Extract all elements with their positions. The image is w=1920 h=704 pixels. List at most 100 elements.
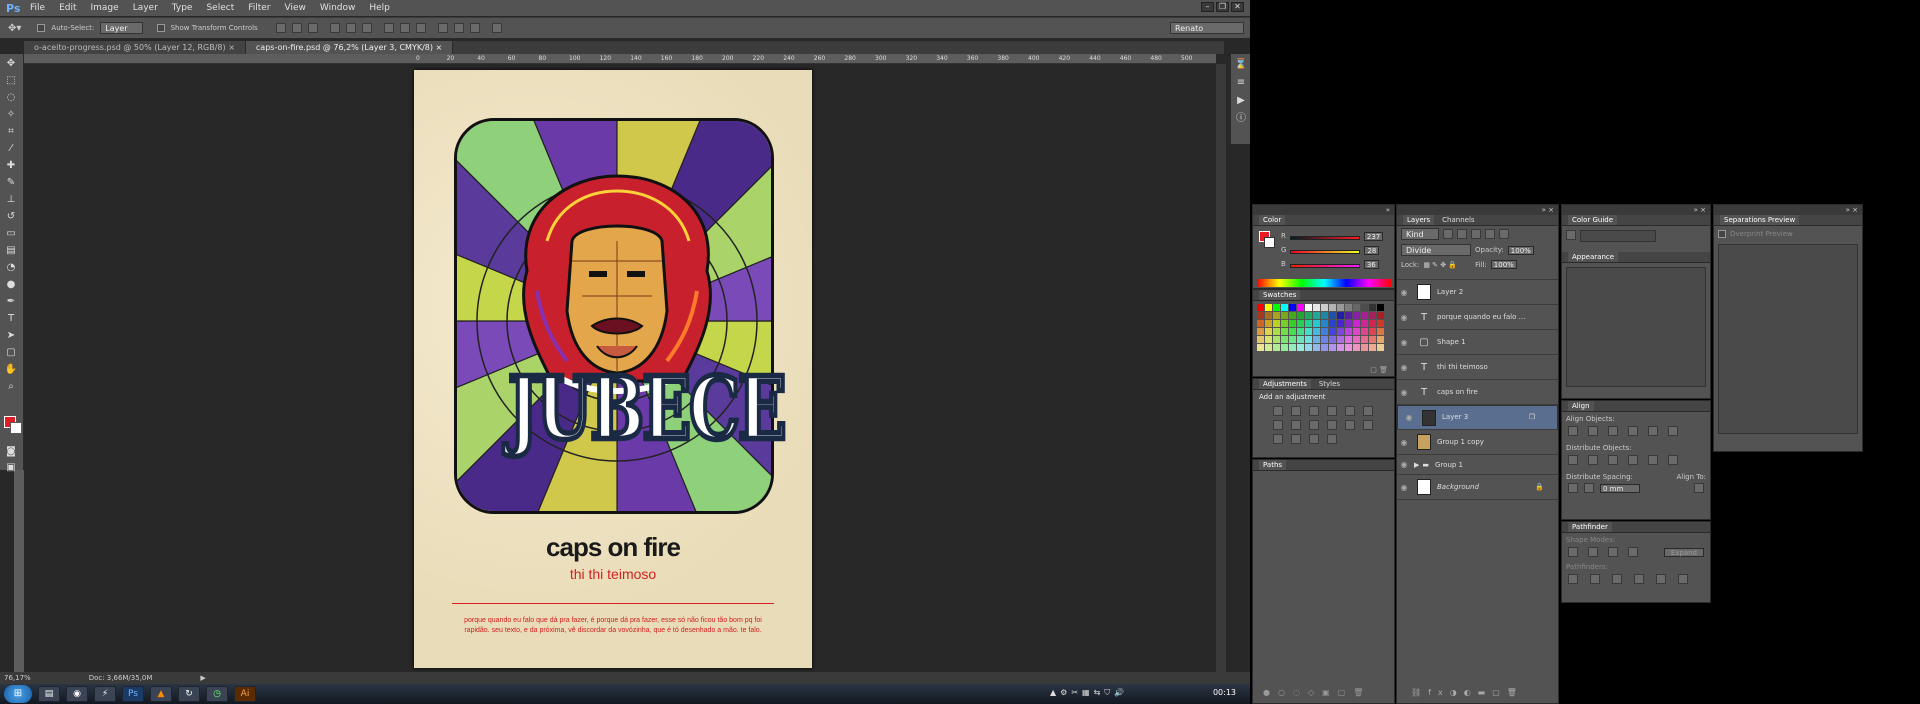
swatch[interactable] <box>1337 336 1344 343</box>
swatch[interactable] <box>1281 336 1288 343</box>
swatch[interactable] <box>1281 312 1288 319</box>
gradient-map-icon[interactable] <box>1309 434 1319 444</box>
restore-icon[interactable]: ❐ <box>1216 2 1229 12</box>
swatch[interactable] <box>1377 344 1384 351</box>
space-h-icon[interactable] <box>1584 483 1594 493</box>
eraser-tool-icon[interactable]: ▭ <box>4 227 18 241</box>
swatch[interactable] <box>1321 312 1328 319</box>
curves-icon[interactable] <box>1309 406 1319 416</box>
swatch[interactable] <box>1321 304 1328 311</box>
align-left-icon[interactable] <box>1568 426 1578 436</box>
swatch[interactable] <box>1305 328 1312 335</box>
swatch[interactable] <box>1345 320 1352 327</box>
history-brush-icon[interactable]: ↺ <box>4 210 18 224</box>
b-slider[interactable] <box>1289 263 1360 268</box>
start-button[interactable]: ⊞ <box>4 685 32 703</box>
close-icon[interactable]: × <box>228 43 235 52</box>
filter-adjust-icon[interactable] <box>1456 229 1467 239</box>
swatch[interactable] <box>1257 312 1264 319</box>
menu-file[interactable]: File <box>30 3 45 13</box>
tab-color-guide[interactable]: Color Guide <box>1568 215 1618 225</box>
swatch[interactable] <box>1313 336 1320 343</box>
swatch[interactable] <box>1345 328 1352 335</box>
swatch[interactable] <box>1289 312 1296 319</box>
menu-select[interactable]: Select <box>206 3 234 13</box>
layer-row[interactable]: ◉ Tthi thi teimoso <box>1397 355 1558 380</box>
align-hcenter-icon[interactable] <box>345 23 356 33</box>
posterize-icon[interactable] <box>1273 434 1283 444</box>
swatch[interactable] <box>1337 320 1344 327</box>
menu-help[interactable]: Help <box>369 3 390 13</box>
lock-icons[interactable]: ▦ ✎ ✥ 🔒 <box>1423 261 1457 269</box>
swatch[interactable] <box>1329 304 1336 311</box>
layer-row[interactable]: ◉ Tcaps on fire <box>1397 380 1558 405</box>
filter-pixel-icon[interactable] <box>1442 229 1453 239</box>
align-right-icon[interactable] <box>361 23 372 33</box>
screen-mode-icon[interactable]: ▣ <box>4 461 18 475</box>
pen-tool-icon[interactable]: ✒ <box>4 295 18 309</box>
tray-icons[interactable]: ▲⚙✂▦⇆⛉🔊 <box>1050 688 1128 698</box>
layer-row-selected[interactable]: ◉ Layer 3 ❐ <box>1397 405 1558 430</box>
tab-layers[interactable]: Layers <box>1403 215 1435 225</box>
quick-mask-icon[interactable]: ◙ <box>4 445 18 459</box>
tab-caps-on-fire[interactable]: caps-on-fire.psd @ 76,2% (Layer 3, CMYK/… <box>245 41 454 54</box>
swatch[interactable] <box>1361 328 1368 335</box>
auto-align-icon[interactable] <box>491 23 502 33</box>
workspace-dropdown[interactable]: Renato <box>1170 22 1244 34</box>
dist-right-icon[interactable] <box>1668 455 1678 465</box>
space-v-icon[interactable] <box>1568 483 1578 493</box>
swatch[interactable] <box>1281 344 1288 351</box>
crop-tool-icon[interactable]: ⌗ <box>4 125 18 139</box>
photoshop-icon[interactable]: Ps <box>122 686 144 702</box>
swatch[interactable] <box>1257 304 1264 311</box>
swatch[interactable] <box>1257 320 1264 327</box>
chrome-icon[interactable]: ◉ <box>66 686 88 702</box>
swatch[interactable] <box>1273 320 1280 327</box>
menu-view[interactable]: View <box>285 3 306 13</box>
actions-panel-icon[interactable]: ▶ <box>1234 94 1248 108</box>
brush-tool-icon[interactable]: ✎ <box>4 176 18 190</box>
color-balance-icon[interactable] <box>1273 420 1283 430</box>
filter-shape-icon[interactable] <box>1484 229 1495 239</box>
swatch[interactable] <box>1289 304 1296 311</box>
swatch[interactable] <box>1337 312 1344 319</box>
bg-color-chip[interactable] <box>1264 237 1275 248</box>
lasso-tool-icon[interactable]: ◌ <box>4 91 18 105</box>
layer-row[interactable]: ◉ Tporque quando eu falo ... <box>1397 305 1558 330</box>
swatch[interactable] <box>1337 344 1344 351</box>
visibility-eye-icon[interactable]: ◉ <box>1397 363 1411 372</box>
swatch[interactable] <box>1305 312 1312 319</box>
swatch[interactable] <box>1369 320 1376 327</box>
r-slider[interactable] <box>1289 235 1360 240</box>
swatch[interactable] <box>1313 320 1320 327</box>
swatch[interactable] <box>1377 320 1384 327</box>
swatch[interactable] <box>1353 304 1360 311</box>
swatch[interactable] <box>1321 320 1328 327</box>
tab-adjustments[interactable]: Adjustments <box>1259 379 1311 389</box>
fill-value[interactable]: 100% <box>1490 260 1517 269</box>
tab-channels[interactable]: Channels <box>1442 215 1474 225</box>
distribute-hcenter-icon[interactable] <box>453 23 464 33</box>
panel-collapse-icon[interactable]: » × <box>1694 205 1706 215</box>
swatch[interactable] <box>1297 336 1304 343</box>
b-value[interactable]: 36 <box>1363 259 1379 269</box>
visibility-eye-icon[interactable]: ◉ <box>1397 438 1411 447</box>
color-lookup-icon[interactable] <box>1345 420 1355 430</box>
swatch[interactable] <box>1273 336 1280 343</box>
align-vcenter-icon[interactable] <box>291 23 302 33</box>
dist-top-icon[interactable] <box>1568 455 1578 465</box>
visibility-eye-icon[interactable]: ◉ <box>1402 412 1416 423</box>
swatch[interactable] <box>1345 336 1352 343</box>
color-spectrum-ramp[interactable] <box>1257 279 1391 287</box>
auto-select-checkbox[interactable] <box>37 24 46 32</box>
opacity-value[interactable]: 100% <box>1507 245 1534 255</box>
dist-bottom-icon[interactable] <box>1608 455 1618 465</box>
g-value[interactable]: 28 <box>1364 245 1380 255</box>
divide-icon[interactable] <box>1568 574 1578 584</box>
align-bottom-icon[interactable] <box>1668 426 1678 436</box>
visibility-eye-icon[interactable]: ◉ <box>1397 313 1411 322</box>
threshold-icon[interactable] <box>1291 434 1301 444</box>
channel-mixer-icon[interactable] <box>1327 420 1337 430</box>
align-bottom-icon[interactable] <box>307 23 318 33</box>
exclude-icon[interactable] <box>1628 547 1638 557</box>
